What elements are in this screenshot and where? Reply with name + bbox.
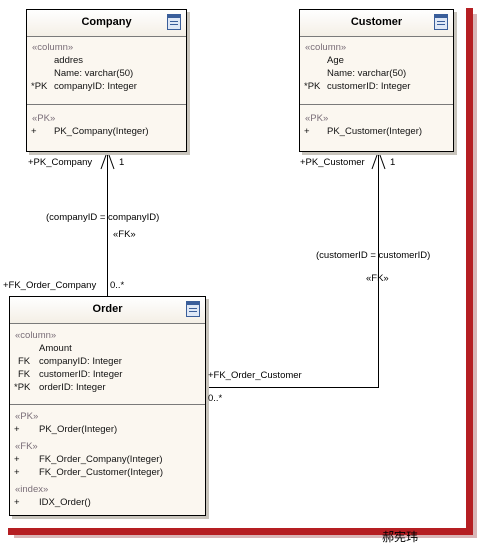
order-operation-row: + FK_Order_Company(Integer) [14, 454, 163, 465]
order-title: Order [92, 303, 123, 315]
customer-multiplicity-label: 1 [390, 157, 396, 168]
company-fk-stereotype: «FK» [113, 229, 136, 240]
order-company-role-label: +FK_Order_Company [3, 280, 97, 291]
order-operations-section: «PK» + PK_Order(Integer) «FK» + FK_Order… [10, 405, 205, 509]
company-header: Company [27, 10, 186, 37]
company-multiplicity-label: 1 [119, 157, 125, 168]
customer-column-row: Age [327, 55, 344, 66]
order-company-multiplicity-label: 0..* [110, 280, 125, 291]
customer-pk-section: «PK» + PK_Customer(Integer) [300, 105, 453, 138]
table-icon [186, 301, 200, 317]
customer-role-label: +PK_Customer [300, 157, 365, 168]
company-column-row: Name: varchar(50) [54, 68, 134, 79]
order-stereotype-index: «index» [15, 484, 49, 495]
author-watermark: 郝宪玮 [382, 530, 419, 544]
company-columns-section: «column» addres Name: varchar(50) *PK co… [27, 37, 186, 105]
customer-columns-section: «column» Age Name: varchar(50) *PK custo… [300, 37, 453, 105]
order-column-row: FK customerID: Integer [18, 369, 123, 380]
order-column-row: *PK orderID: Integer [14, 382, 106, 393]
company-operation-row: + PK_Company(Integer) [31, 126, 149, 137]
customer-column-row: *PK customerID: Integer [304, 81, 411, 92]
customer-header: Customer [300, 10, 453, 37]
company-stereotype-pk: «PK» [32, 113, 56, 124]
customer-stereotype-pk: «PK» [305, 113, 329, 124]
order-stereotype-column: «column» [15, 330, 57, 341]
company-stereotype-column: «column» [32, 42, 74, 53]
order-columns-section: «column» Amount FK companyID: Integer FK… [10, 324, 205, 405]
customer-fk-stereotype: «FK» [366, 273, 389, 284]
company-condition-label: (companyID = companyID) [46, 212, 160, 223]
order-table[interactable]: Order «column» Amount FK companyID: Inte… [9, 296, 206, 516]
customer-order-connector [205, 151, 379, 388]
order-stereotype-pk: «PK» [15, 411, 39, 422]
customer-table[interactable]: Customer «column» Age Name: varchar(50) … [299, 9, 454, 152]
company-role-label: +PK_Company [28, 157, 93, 168]
order-operation-row: + FK_Order_Customer(Integer) [14, 467, 164, 478]
customer-column-row: Name: varchar(50) [327, 68, 407, 79]
order-operation-row: + PK_Order(Integer) [14, 424, 118, 435]
order-stereotype-fk: «FK» [15, 441, 38, 452]
order-customer-role-label: +FK_Order_Customer [208, 370, 302, 381]
customer-stereotype-column: «column» [305, 42, 347, 53]
order-column-row: Amount [39, 343, 72, 354]
company-table[interactable]: Company «column» addres Name: varchar(50… [26, 9, 187, 152]
customer-condition-label: (customerID = customerID) [316, 250, 431, 261]
table-icon [434, 14, 448, 30]
customer-operation-row: + PK_Customer(Integer) [304, 126, 423, 137]
customer-title: Customer [350, 16, 403, 28]
company-title: Company [81, 16, 132, 28]
order-operation-row: + IDX_Order() [14, 497, 91, 508]
order-customer-multiplicity-label: 0..* [208, 393, 223, 404]
company-column-row: addres [54, 55, 84, 66]
company-column-row: *PK companyID: Integer [31, 81, 137, 92]
table-icon [167, 14, 181, 30]
order-header: Order [10, 297, 205, 324]
company-pk-section: «PK» + PK_Company(Integer) [27, 105, 186, 138]
order-column-row: FK companyID: Integer [18, 356, 122, 367]
